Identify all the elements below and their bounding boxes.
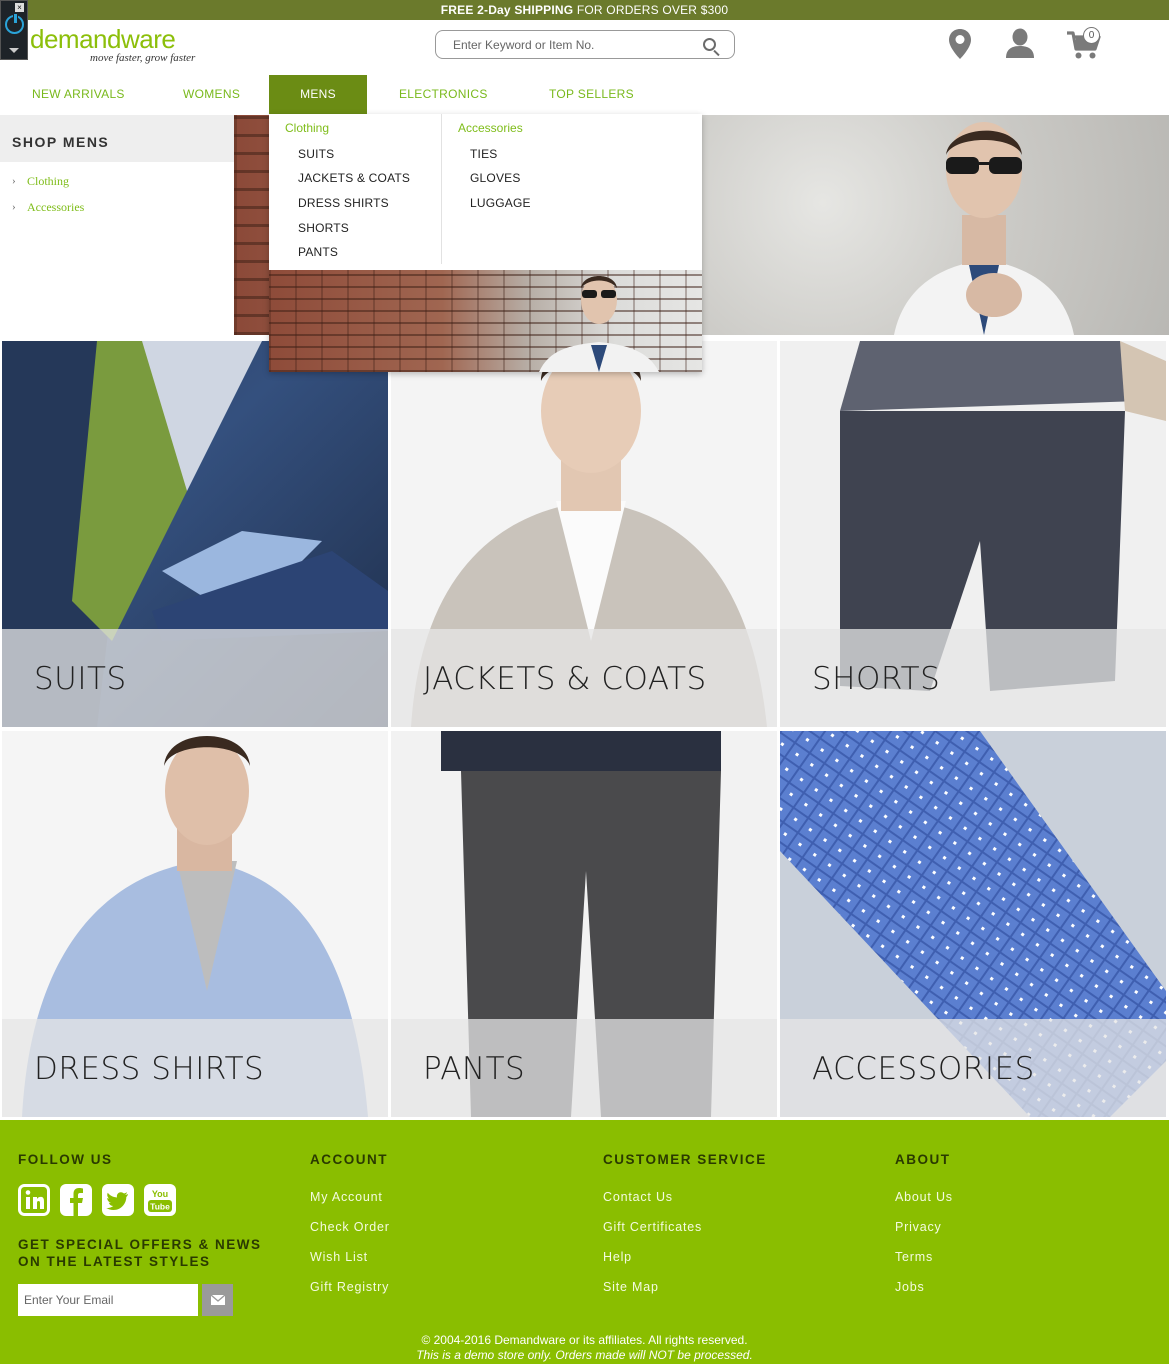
search-input[interactable]	[451, 37, 691, 53]
youtube-icon[interactable]: You Tube	[144, 1184, 176, 1216]
footer-link-terms[interactable]: Terms	[895, 1250, 933, 1264]
logo-wordmark: demandware	[30, 24, 176, 54]
sidebar-link-label: Accessories	[27, 200, 85, 214]
menu-divider	[441, 114, 442, 264]
cart-count-badge[interactable]: 0	[1083, 27, 1100, 44]
svg-text:You: You	[152, 1189, 168, 1199]
envelope-icon	[210, 1294, 225, 1305]
chevron-right-icon: ›	[12, 175, 16, 187]
tile-label: SUITS	[34, 661, 127, 697]
category-tile-suits[interactable]: SUITS	[2, 341, 388, 727]
menu-item-suits[interactable]: SUITS	[298, 147, 334, 161]
nav-item-mens[interactable]: MENS	[269, 75, 367, 114]
footer-link-my-account[interactable]: My Account	[310, 1190, 383, 1204]
promo-text: FOR ORDERS OVER $300	[573, 3, 729, 17]
promo-bold: FREE 2-Day SHIPPING	[440, 3, 574, 17]
tile-label: PANTS	[423, 1051, 526, 1087]
tile-label: JACKETS & COATS	[423, 661, 707, 697]
category-tile-shorts[interactable]: SHORTS	[780, 341, 1166, 727]
category-tile-jackets-coats[interactable]: JACKETS & COATS	[391, 341, 777, 727]
footer-heading-account: ACCOUNT	[310, 1152, 388, 1167]
footer-heading-follow: FOLLOW US	[18, 1152, 113, 1167]
footer-link-gift-certificates[interactable]: Gift Certificates	[603, 1220, 702, 1234]
chevron-down-icon[interactable]	[9, 48, 19, 53]
sidebar-link-clothing[interactable]: › Clothing	[0, 168, 234, 194]
footer-link-help[interactable]: Help	[603, 1250, 632, 1264]
twitter-icon[interactable]	[102, 1184, 134, 1216]
menu-item-ties[interactable]: TIES	[470, 147, 497, 161]
footer-link-site-map[interactable]: Site Map	[603, 1280, 659, 1294]
footer-link-wish-list[interactable]: Wish List	[310, 1250, 368, 1264]
search-box[interactable]	[435, 30, 735, 59]
copyright-notice: © 2004-2016 Demandware or its affiliates…	[0, 1333, 1169, 1363]
menu-promo-image[interactable]	[269, 270, 702, 372]
tile-label: SHORTS	[812, 661, 941, 697]
svg-text:Tube: Tube	[150, 1202, 170, 1212]
logo-tagline: move faster, grow faster	[90, 52, 196, 64]
nav-item-new-arrivals[interactable]: NEW ARRIVALS	[32, 75, 125, 114]
hero-model-image	[894, 122, 1074, 335]
nav-item-top-sellers[interactable]: TOP SELLERS	[549, 75, 634, 114]
site-logo[interactable]: demandware move faster, grow faster	[30, 24, 200, 68]
category-sidebar: SHOP MENS › Clothing › Accessories	[0, 115, 234, 335]
newsletter-submit-button[interactable]	[202, 1284, 233, 1316]
email-field[interactable]	[18, 1284, 198, 1316]
tile-label: DRESS SHIRTS	[34, 1051, 265, 1087]
copyright-text: © 2004-2016 Demandware or its affiliates…	[421, 1333, 748, 1347]
user-icon[interactable]	[1004, 27, 1036, 59]
linkedin-icon[interactable]	[18, 1184, 50, 1216]
sidebar-link-label: Clothing	[27, 174, 70, 188]
nav-item-electronics[interactable]: ELECTRONICS	[399, 75, 488, 114]
menu-item-pants[interactable]: PANTS	[298, 245, 338, 259]
close-icon[interactable]: ×	[15, 3, 24, 12]
newsletter-text: GET SPECIAL OFFERS & NEWS ON THE LATEST …	[18, 1237, 262, 1269]
menu-item-jackets-coats[interactable]: JACKETS & COATS	[298, 171, 410, 185]
menu-item-dress-shirts[interactable]: DRESS SHIRTS	[298, 196, 389, 210]
sidebar-link-accessories[interactable]: › Accessories	[0, 194, 234, 220]
power-widget[interactable]: ×	[0, 0, 28, 60]
menu-heading-clothing[interactable]: Clothing	[285, 121, 329, 135]
footer-link-gift-registry[interactable]: Gift Registry	[310, 1280, 389, 1294]
menu-promo-model	[539, 276, 659, 372]
category-tile-accessories[interactable]: ACCESSORIES	[780, 731, 1166, 1117]
nav-item-womens[interactable]: WOMENS	[183, 75, 240, 114]
chevron-right-icon: ›	[12, 201, 16, 213]
footer-link-contact-us[interactable]: Contact Us	[603, 1190, 673, 1204]
footer-heading-about: ABOUT	[895, 1152, 951, 1167]
tile-label: ACCESSORIES	[812, 1051, 1035, 1087]
footer-link-check-order[interactable]: Check Order	[310, 1220, 390, 1234]
map-marker-icon[interactable]	[948, 28, 972, 60]
category-tile-dress-shirts[interactable]: DRESS SHIRTS	[2, 731, 388, 1117]
search-icon[interactable]	[703, 38, 716, 51]
menu-item-luggage[interactable]: LUGGAGE	[470, 196, 531, 210]
category-tile-pants[interactable]: PANTS	[391, 731, 777, 1117]
footer-link-jobs[interactable]: Jobs	[895, 1280, 925, 1294]
site-footer: FOLLOW US You Tube GET SPECIAL OFFERS & …	[0, 1120, 1169, 1364]
mens-mega-menu: Clothing SUITS JACKETS & COATS DRESS SHI…	[269, 114, 702, 372]
sidebar-title: SHOP MENS	[0, 115, 234, 162]
footer-heading-customer-service: CUSTOMER SERVICE	[603, 1152, 767, 1167]
demo-store-notice: This is a demo store only. Orders made w…	[416, 1348, 753, 1362]
main-nav: NEW ARRIVALS WOMENS MENS ELECTRONICS TOP…	[0, 75, 1169, 114]
power-icon[interactable]	[5, 13, 24, 34]
menu-item-gloves[interactable]: GLOVES	[470, 171, 521, 185]
menu-heading-accessories[interactable]: Accessories	[458, 121, 523, 135]
footer-link-about-us[interactable]: About Us	[895, 1190, 953, 1204]
footer-link-privacy[interactable]: Privacy	[895, 1220, 942, 1234]
facebook-icon[interactable]	[60, 1184, 92, 1216]
menu-item-shorts[interactable]: SHORTS	[298, 221, 349, 235]
promo-bar: FREE 2-Day SHIPPING FOR ORDERS OVER $300	[0, 0, 1169, 20]
